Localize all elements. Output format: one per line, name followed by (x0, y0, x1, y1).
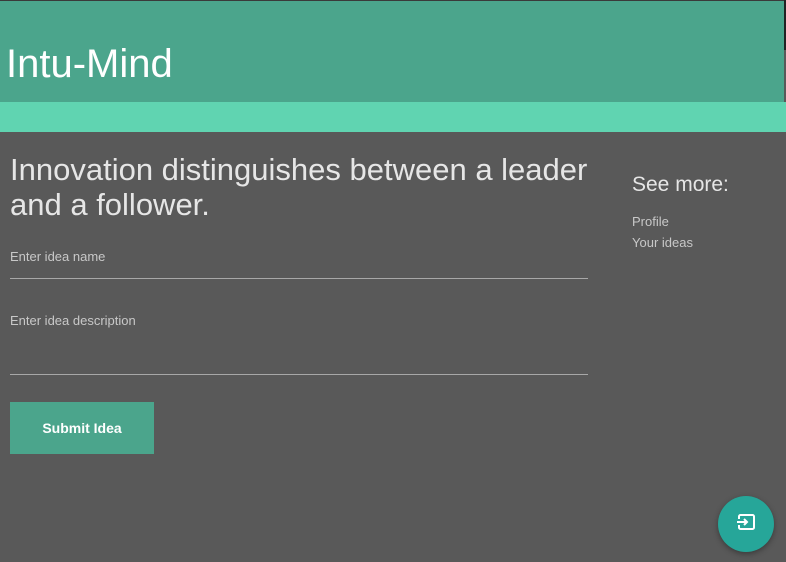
exit-to-app-icon (735, 511, 757, 538)
idea-description-underline (10, 374, 588, 375)
app-root: Intu-Mind Innovation distinguishes betwe… (0, 0, 786, 562)
idea-name-underline (10, 278, 588, 279)
sidebar-link-your-ideas[interactable]: Your ideas (632, 235, 693, 250)
page-headline: Innovation distinguishes between a leade… (10, 152, 588, 222)
app-title: Intu-Mind (6, 42, 173, 86)
header-subbar (0, 102, 786, 132)
see-more-title: See more: (632, 173, 729, 196)
exit-fab-button[interactable] (718, 496, 774, 552)
sidebar-link-profile[interactable]: Profile (632, 214, 669, 229)
idea-description-label: Enter idea description (10, 313, 136, 328)
idea-description-input[interactable] (10, 334, 588, 372)
submit-idea-button[interactable]: Submit Idea (10, 402, 154, 454)
app-header: Intu-Mind (0, 1, 784, 102)
idea-name-input[interactable] (10, 256, 588, 276)
